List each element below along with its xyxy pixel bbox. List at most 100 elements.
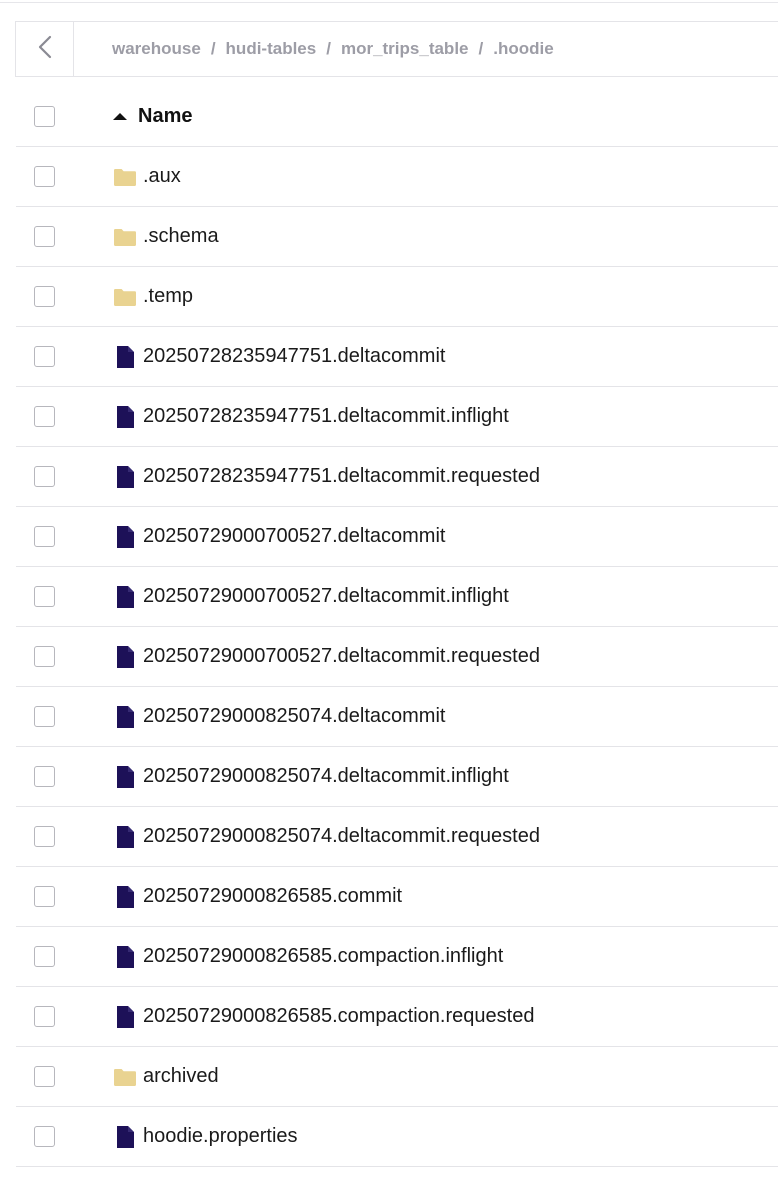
table-row[interactable]: 20250729000700527.deltacommit.inflight [16, 567, 778, 627]
item-name: archived [143, 1065, 219, 1087]
breadcrumb-separator: / [478, 39, 484, 58]
table-header-row: Name [16, 87, 778, 147]
table-row[interactable]: 20250729000826585.compaction.inflight [16, 927, 778, 987]
row-checkbox[interactable] [34, 226, 55, 247]
name-column-header[interactable]: Name [113, 105, 192, 128]
item-name: .temp [143, 285, 194, 307]
row-checkbox[interactable] [34, 826, 55, 847]
table-row[interactable]: archived [16, 1047, 778, 1107]
row-checkbox[interactable] [34, 526, 55, 547]
item-name: .schema [143, 225, 219, 247]
row-checkbox[interactable] [34, 586, 55, 607]
file-icon [113, 885, 137, 909]
item-name: 20250729000700527.deltacommit.inflight [143, 585, 509, 607]
select-all-checkbox[interactable] [34, 106, 55, 127]
file-item[interactable]: 20250729000826585.commit [113, 885, 402, 909]
file-item[interactable]: hoodie.properties [113, 1125, 298, 1149]
breadcrumb: warehouse / hudi-tables / mor_trips_table / .h… [112, 39, 554, 59]
file-item[interactable]: 20250728235947751.deltacommit.requested [113, 465, 540, 489]
file-table: Name .aux .schema .temp 20250728235947751.d… [16, 87, 778, 1167]
item-name: 20250728235947751.deltacommit.requested [143, 465, 540, 487]
table-row[interactable]: 20250728235947751.deltacommit.inflight [16, 387, 778, 447]
file-icon [113, 405, 137, 429]
table-row[interactable]: 20250728235947751.deltacommit.requested [16, 447, 778, 507]
row-checkbox[interactable] [34, 1006, 55, 1027]
item-name: 20250729000700527.deltacommit [143, 525, 446, 547]
folder-item[interactable]: archived [113, 1065, 219, 1089]
table-row[interactable]: .schema [16, 207, 778, 267]
file-item[interactable]: 20250729000700527.deltacommit [113, 525, 445, 549]
item-name: 20250729000825074.deltacommit.inflight [143, 765, 509, 787]
row-checkbox[interactable] [34, 946, 55, 967]
file-item[interactable]: 20250729000700527.deltacommit.requested [113, 645, 540, 669]
file-icon [113, 1005, 137, 1029]
file-item[interactable]: 20250729000826585.compaction.inflight [113, 945, 503, 969]
breadcrumb-item[interactable]: warehouse [112, 39, 201, 59]
breadcrumb-separator: / [326, 39, 331, 58]
file-icon [113, 1125, 137, 1149]
item-name: 20250729000826585.compaction.requested [143, 1005, 535, 1027]
row-checkbox[interactable] [34, 166, 55, 187]
folder-item[interactable]: .schema [113, 225, 219, 249]
file-item[interactable]: 20250729000825074.deltacommit.requested [113, 825, 540, 849]
table-row[interactable]: 20250729000700527.deltacommit.requested [16, 627, 778, 687]
folder-item[interactable]: .aux [113, 165, 181, 189]
item-name: 20250729000826585.compaction.inflight [143, 945, 504, 967]
breadcrumb-item[interactable]: hudi-tables [226, 39, 317, 59]
folder-icon [113, 225, 137, 249]
name-column-label: Name [138, 105, 193, 127]
item-name: 20250729000826585.commit [143, 885, 403, 907]
table-row[interactable]: 20250729000825074.deltacommit.requested [16, 807, 778, 867]
row-checkbox[interactable] [34, 286, 55, 307]
row-checkbox[interactable] [34, 646, 55, 667]
table-row[interactable]: 20250729000826585.compaction.requested [16, 987, 778, 1047]
row-checkbox[interactable] [34, 466, 55, 487]
file-icon [113, 585, 137, 609]
file-icon [113, 525, 137, 549]
row-checkbox[interactable] [34, 346, 55, 367]
breadcrumb-item[interactable]: .hoodie [493, 39, 553, 59]
chevron-left-icon [38, 35, 52, 64]
folder-icon [113, 165, 137, 189]
file-item[interactable]: 20250729000700527.deltacommit.inflight [113, 585, 509, 609]
file-icon [113, 765, 137, 789]
table-row[interactable]: 20250729000825074.deltacommit [16, 687, 778, 747]
top-divider [0, 2, 778, 3]
item-name: 20250728235947751.deltacommit.inflight [143, 405, 509, 427]
breadcrumb-item[interactable]: mor_trips_table [341, 39, 469, 59]
row-checkbox[interactable] [34, 1066, 55, 1087]
row-checkbox[interactable] [34, 1126, 55, 1147]
item-name: 20250728235947751.deltacommit [143, 345, 446, 367]
file-icon [113, 465, 137, 489]
file-item[interactable]: 20250729000825074.deltacommit [113, 705, 445, 729]
file-item[interactable]: 20250729000826585.compaction.requested [113, 1005, 534, 1029]
item-name: 20250729000825074.deltacommit [143, 705, 446, 727]
sort-ascending-icon [113, 112, 127, 120]
back-button[interactable] [16, 22, 74, 76]
folder-item[interactable]: .temp [113, 285, 193, 309]
file-icon [113, 945, 137, 969]
table-row[interactable]: .aux [16, 147, 778, 207]
row-checkbox[interactable] [34, 406, 55, 427]
table-row[interactable]: 20250729000826585.commit [16, 867, 778, 927]
file-list: .aux .schema .temp 20250728235947751.deltac… [16, 147, 778, 1167]
table-row[interactable]: hoodie.properties [16, 1107, 778, 1167]
row-checkbox[interactable] [34, 706, 55, 727]
table-row[interactable]: 20250729000825074.deltacommit.inflight [16, 747, 778, 807]
file-icon [113, 705, 137, 729]
file-item[interactable]: 20250729000825074.deltacommit.inflight [113, 765, 509, 789]
folder-icon [113, 1065, 137, 1089]
table-row[interactable]: 20250728235947751.deltacommit [16, 327, 778, 387]
row-checkbox[interactable] [34, 766, 55, 787]
file-item[interactable]: 20250728235947751.deltacommit.inflight [113, 405, 509, 429]
row-checkbox[interactable] [34, 886, 55, 907]
item-name: 20250729000700527.deltacommit.requested [143, 645, 540, 667]
breadcrumb-separator: / [210, 39, 216, 58]
file-icon [113, 825, 137, 849]
item-name: .aux [143, 165, 181, 187]
table-row[interactable]: .temp [16, 267, 778, 327]
file-item[interactable]: 20250728235947751.deltacommit [113, 345, 445, 369]
file-icon [113, 645, 137, 669]
folder-icon [113, 285, 137, 309]
table-row[interactable]: 20250729000700527.deltacommit [16, 507, 778, 567]
